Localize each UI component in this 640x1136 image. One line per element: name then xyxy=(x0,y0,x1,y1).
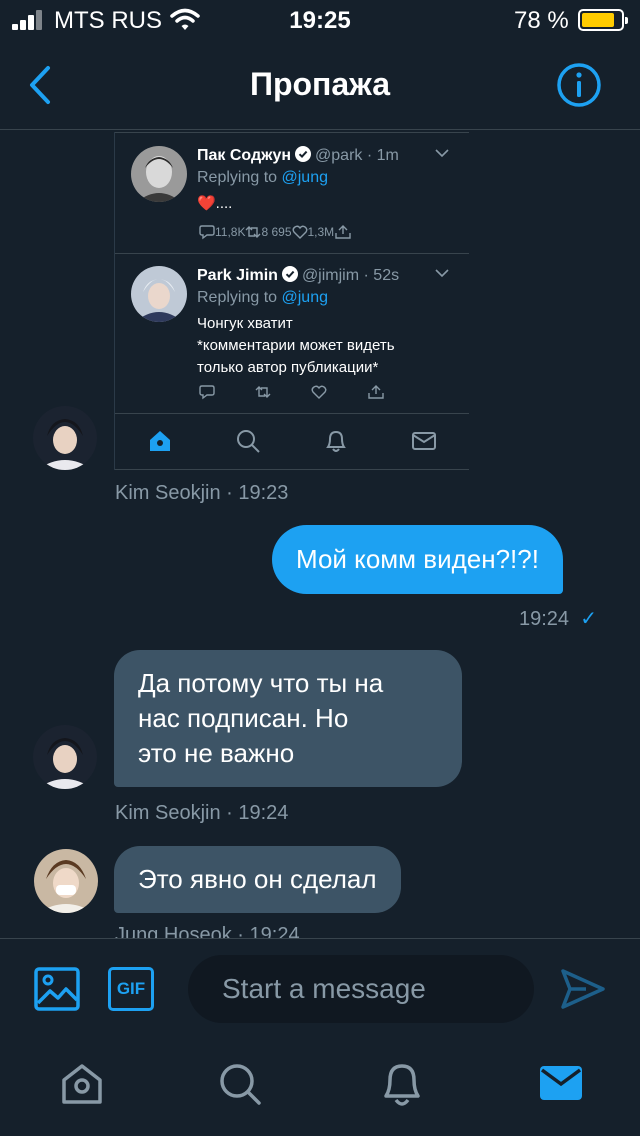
tweet-actions: 11,8K 8 695 1,3M xyxy=(199,224,352,240)
message-text: Это явно он сделал xyxy=(138,864,377,894)
message-meta: Kim Seokjin · 19:24 xyxy=(115,802,289,824)
avatar xyxy=(131,266,187,322)
message-text: Мой комм виден?!?! xyxy=(296,544,539,574)
embedded-tweet: Пак Соджун @park · 1m Replying to @jung ❤… xyxy=(131,146,461,256)
tweet-author-name: Пак Соджун xyxy=(197,147,292,164)
message-composer: GIF xyxy=(0,938,640,1038)
battery-percent: 78 % xyxy=(514,7,569,34)
message-bubble-outgoing[interactable]: Мой комм виден?!?! xyxy=(272,525,563,594)
reply-icon xyxy=(199,225,215,240)
notifications-icon[interactable] xyxy=(380,1062,424,1108)
retweet-icon xyxy=(245,226,261,238)
verified-icon xyxy=(295,146,312,162)
messages-icon[interactable] xyxy=(538,1062,584,1104)
message-text-line: это не важно xyxy=(138,738,295,768)
message-time: 19:24 xyxy=(519,608,570,630)
tweet-text: Чонгук хватит *комментарии может видеть … xyxy=(197,315,395,376)
message-text-line: Да потому что ты на xyxy=(138,668,384,698)
shared-screenshot[interactable]: Пак Соджун @park · 1m Replying to @jung ❤… xyxy=(114,132,469,470)
reply-icon xyxy=(199,385,215,400)
avatar[interactable] xyxy=(33,406,97,470)
retweet-count: 8 695 xyxy=(261,225,292,239)
share-icon xyxy=(335,225,351,239)
avatar xyxy=(131,146,187,202)
retweet-icon xyxy=(255,386,271,398)
message-bubble-incoming[interactable]: Да потому что ты на нас подписан. Но это… xyxy=(114,650,462,787)
replying-to: Replying to @jung xyxy=(197,169,328,186)
status-bar: MTS RUS 19:25 78 % xyxy=(0,0,640,40)
replying-to: Replying to @jung xyxy=(197,289,328,306)
search-icon[interactable] xyxy=(218,1062,262,1106)
chevron-down-icon xyxy=(435,149,449,158)
message-bubble-incoming[interactable]: Это явно он сделал xyxy=(114,846,401,913)
tweet-time: · 52s xyxy=(363,267,400,284)
embedded-tweet: Park Jimin @jimjim · 52s Replying to @jun… xyxy=(131,266,461,416)
search-icon xyxy=(237,430,260,453)
reply-count: 11,8K xyxy=(215,225,246,239)
gif-label: GIF xyxy=(116,979,146,998)
messages-icon xyxy=(412,432,436,450)
gif-button[interactable]: GIF xyxy=(108,967,154,1011)
like-count: 1,3M xyxy=(307,225,335,239)
send-icon[interactable] xyxy=(560,967,606,1011)
tweet-text: ❤️.... xyxy=(197,195,233,212)
avatar[interactable] xyxy=(34,849,98,913)
conversation-header: Пропажа xyxy=(0,40,640,130)
message-meta: Kim Seokjin · 19:23 xyxy=(115,482,289,504)
home-icon xyxy=(150,431,170,451)
notifications-icon xyxy=(326,430,346,452)
message-text-line: нас подписан. Но xyxy=(138,703,349,733)
share-icon xyxy=(368,385,384,399)
chevron-down-icon xyxy=(435,269,449,278)
battery-icon xyxy=(578,9,628,31)
read-check-icon: ✓ xyxy=(580,608,597,630)
verified-icon xyxy=(281,266,298,282)
tweet-author-name: Park Jimin xyxy=(197,267,278,284)
like-icon xyxy=(292,225,307,239)
home-icon[interactable] xyxy=(60,1062,104,1106)
tab-bar xyxy=(0,1040,640,1136)
message-input[interactable] xyxy=(188,955,534,1023)
avatar[interactable] xyxy=(33,725,97,789)
tweet-author-handle: @jimjim xyxy=(301,267,360,284)
tweet-time: · 1m xyxy=(366,147,399,164)
like-icon xyxy=(311,385,327,399)
page-title: Пропажа xyxy=(249,66,391,102)
tweet-author-handle: @park xyxy=(315,147,363,164)
message-meta: 19:24 ✓ xyxy=(519,606,597,631)
info-icon[interactable] xyxy=(556,62,602,108)
image-icon[interactable] xyxy=(34,967,80,1011)
